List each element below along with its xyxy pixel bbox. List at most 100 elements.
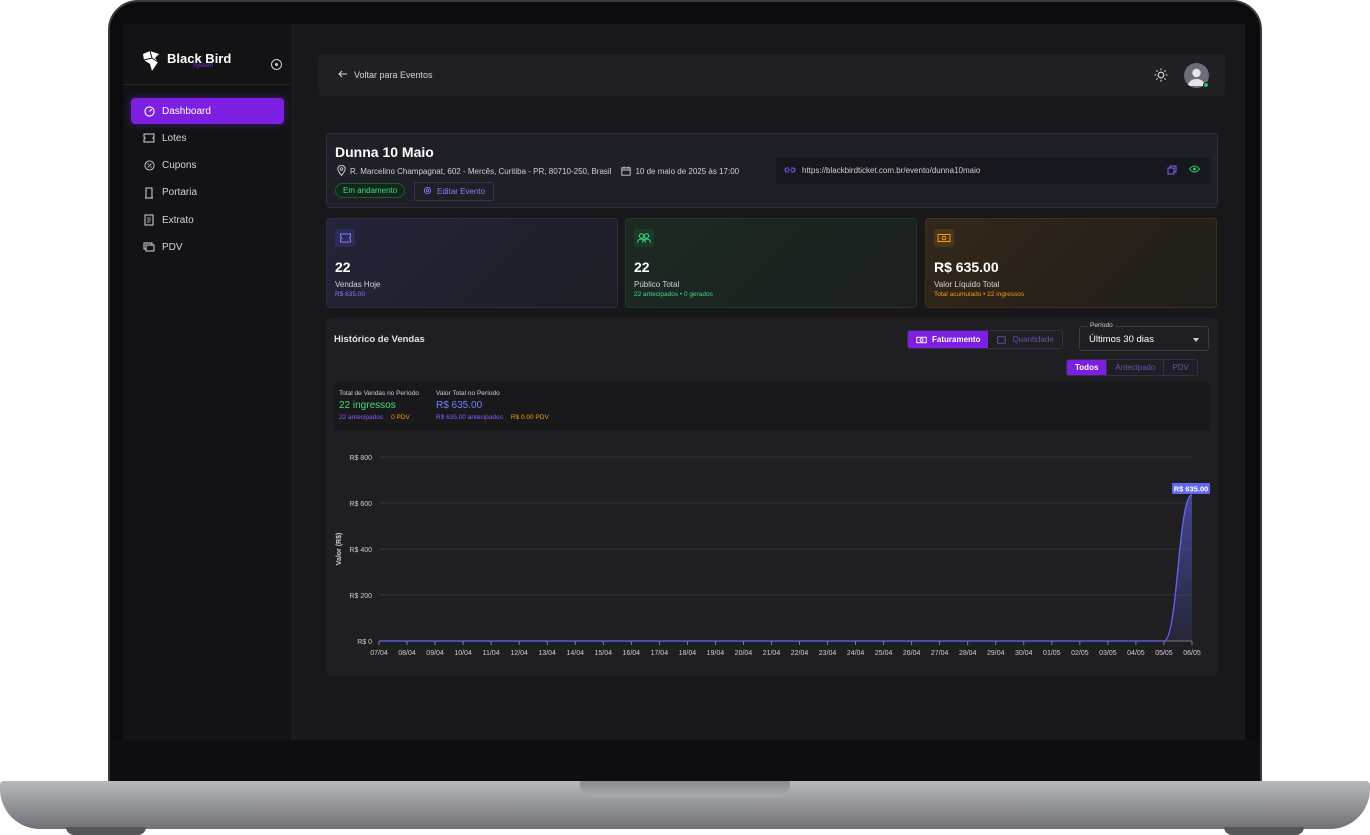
ticket-icon: [997, 335, 1007, 344]
event-title: Dunna 10 Maio: [335, 144, 434, 160]
x-tick-label: 13/04: [538, 650, 556, 657]
event-card: Dunna 10 Maio R. Marcelino Champagnat, 6…: [326, 133, 1218, 208]
ticket-icon: [143, 132, 155, 144]
period-label: Período: [1088, 322, 1115, 329]
stat-sub: Total acumulado • 22 ingressos: [934, 291, 1025, 298]
x-tick-label: 11/04: [483, 650, 500, 657]
laptop-notch: [580, 781, 790, 797]
event-date: 10 de maio de 2025 às 17:00: [635, 167, 740, 176]
dashboard-icon: [143, 105, 155, 117]
chevron-down-icon: [1193, 338, 1199, 342]
period-select[interactable]: Período Últimos 30 dias: [1079, 322, 1209, 351]
collapse-sidebar-icon[interactable]: [271, 59, 282, 70]
y-axis-label: Valor (R$): [336, 533, 343, 566]
x-tick-label: 28/04: [959, 650, 977, 657]
event-url: https://blackbirdticket.com.br/evento/du…: [802, 166, 981, 175]
x-tick-label: 25/04: [875, 650, 893, 657]
copy-icon[interactable]: [1167, 165, 1177, 177]
metric-toggle: Faturamento Quantidade: [907, 330, 1063, 349]
x-tick-label: 22/04: [791, 650, 809, 657]
revenue-toggle-button[interactable]: Faturamento: [908, 331, 989, 348]
sun-icon[interactable]: [1154, 68, 1168, 82]
pos-icon: [143, 241, 155, 253]
stat-value: R$ 635.00: [934, 259, 999, 275]
total-value-pos: R$ 0.00 PDV: [510, 414, 549, 421]
sidebar-divider: [123, 84, 293, 85]
history-title: Histórico de Vendas: [334, 334, 425, 345]
x-tick-label: 07/04: [370, 650, 388, 657]
money-icon: [916, 336, 927, 343]
y-tick-label: R$ 200: [349, 593, 372, 600]
x-tick-label: 05/05: [1155, 650, 1173, 657]
gear-icon: [423, 186, 432, 197]
total-sales-value: 22 ingressos: [339, 400, 396, 411]
y-tick-label: R$ 0: [357, 639, 372, 646]
status-badge: Em andamento: [335, 183, 406, 198]
quantity-toggle-label: Quantidade: [1012, 335, 1054, 344]
x-tick-label: 24/04: [847, 650, 865, 657]
event-meta: R. Marcelino Champagnat, 602 - Mercês, C…: [337, 164, 740, 178]
link-icon: [784, 165, 796, 177]
x-tick-label: 12/04: [510, 650, 528, 657]
sidebar-item-label: PDV: [162, 241, 183, 253]
top-bar: Voltar para Eventos: [318, 55, 1225, 96]
x-tick-label: 02/05: [1071, 650, 1089, 657]
stat-card-audience: 22 Público Total 22 antecipados • 0 gera…: [625, 218, 917, 308]
total-value-value: R$ 635.00: [436, 400, 483, 411]
ticket-icon: [335, 229, 355, 247]
receipt-icon: [143, 214, 155, 226]
event-url-box[interactable]: https://blackbirdticket.com.br/evento/du…: [776, 157, 1210, 184]
sidebar-item-dashboard[interactable]: Dashboard: [131, 98, 284, 124]
stat-label: Público Total: [634, 280, 680, 289]
x-tick-label: 14/04: [566, 650, 584, 657]
total-value-advance: R$ 635.00 antecipados: [436, 414, 503, 421]
x-tick-label: 18/04: [679, 650, 697, 657]
y-tick-label: R$ 800: [349, 455, 372, 462]
total-sales-column: Total de Vendas no Período 22 ingressos …: [339, 390, 419, 421]
sidebar-item-label: Cupons: [162, 160, 197, 172]
stat-value: 22: [335, 259, 351, 275]
series-line: [379, 494, 1193, 642]
sidebar-item-pdv[interactable]: PDV: [131, 234, 284, 260]
eye-icon[interactable]: [1188, 165, 1201, 177]
series-area: [379, 494, 1192, 641]
event-address: R. Marcelino Champagnat, 602 - Mercês, C…: [350, 167, 612, 176]
sales-history-panel: Histórico de Vendas Faturamento Quantida…: [326, 318, 1218, 676]
filter-pos-button[interactable]: PDV: [1163, 360, 1196, 375]
stat-label: Vendas Hoje: [335, 280, 381, 289]
sidebar-item-portaria[interactable]: Portaria: [131, 180, 284, 206]
door-icon: [143, 187, 155, 199]
x-tick-label: 15/04: [595, 650, 613, 657]
sidebar-item-lotes[interactable]: Lotes: [131, 125, 284, 151]
x-tick-label: 21/04: [763, 650, 781, 657]
x-tick-label: 27/04: [931, 650, 949, 657]
stat-value: 22: [634, 259, 650, 275]
sidebar-item-extrato[interactable]: Extrato: [131, 207, 284, 233]
peak-label: R$ 635.00: [1174, 484, 1209, 493]
x-tick-label: 03/05: [1099, 650, 1117, 657]
back-link-label: Voltar para Eventos: [354, 70, 433, 80]
back-to-events-link[interactable]: Voltar para Eventos: [338, 70, 433, 80]
x-tick-label: 16/04: [623, 650, 641, 657]
total-sales-advance: 22 antecipados: [339, 414, 384, 421]
filter-all-button[interactable]: Todos: [1067, 360, 1107, 375]
sidebar-item-label: Lotes: [162, 132, 187, 144]
edit-event-button[interactable]: Editar Evento: [414, 182, 495, 201]
x-tick-label: 17/04: [651, 650, 669, 657]
calendar-icon: [621, 166, 632, 178]
sidebar-item-cupons[interactable]: Cupons: [131, 153, 284, 179]
bird-logo-icon: [143, 50, 159, 71]
total-sales-label: Total de Vendas no Período: [339, 390, 419, 397]
arrow-left-icon: [338, 70, 348, 80]
online-status-dot: [1203, 82, 1209, 88]
laptop-foot-right: [1224, 827, 1304, 835]
quantity-toggle-button[interactable]: Quantidade: [988, 331, 1061, 348]
stat-sub: R$ 635.00: [335, 291, 365, 298]
brand-logo[interactable]: Black Bird System: [141, 50, 231, 72]
filter-advance-button[interactable]: Antecipado: [1106, 360, 1163, 375]
x-tick-label: 04/05: [1127, 650, 1145, 657]
x-tick-label: 10/04: [454, 650, 472, 657]
x-tick-label: 20/04: [735, 650, 753, 657]
sidebar-item-label: Portaria: [162, 187, 198, 199]
total-sales-pos: 0 PDV: [391, 414, 410, 421]
